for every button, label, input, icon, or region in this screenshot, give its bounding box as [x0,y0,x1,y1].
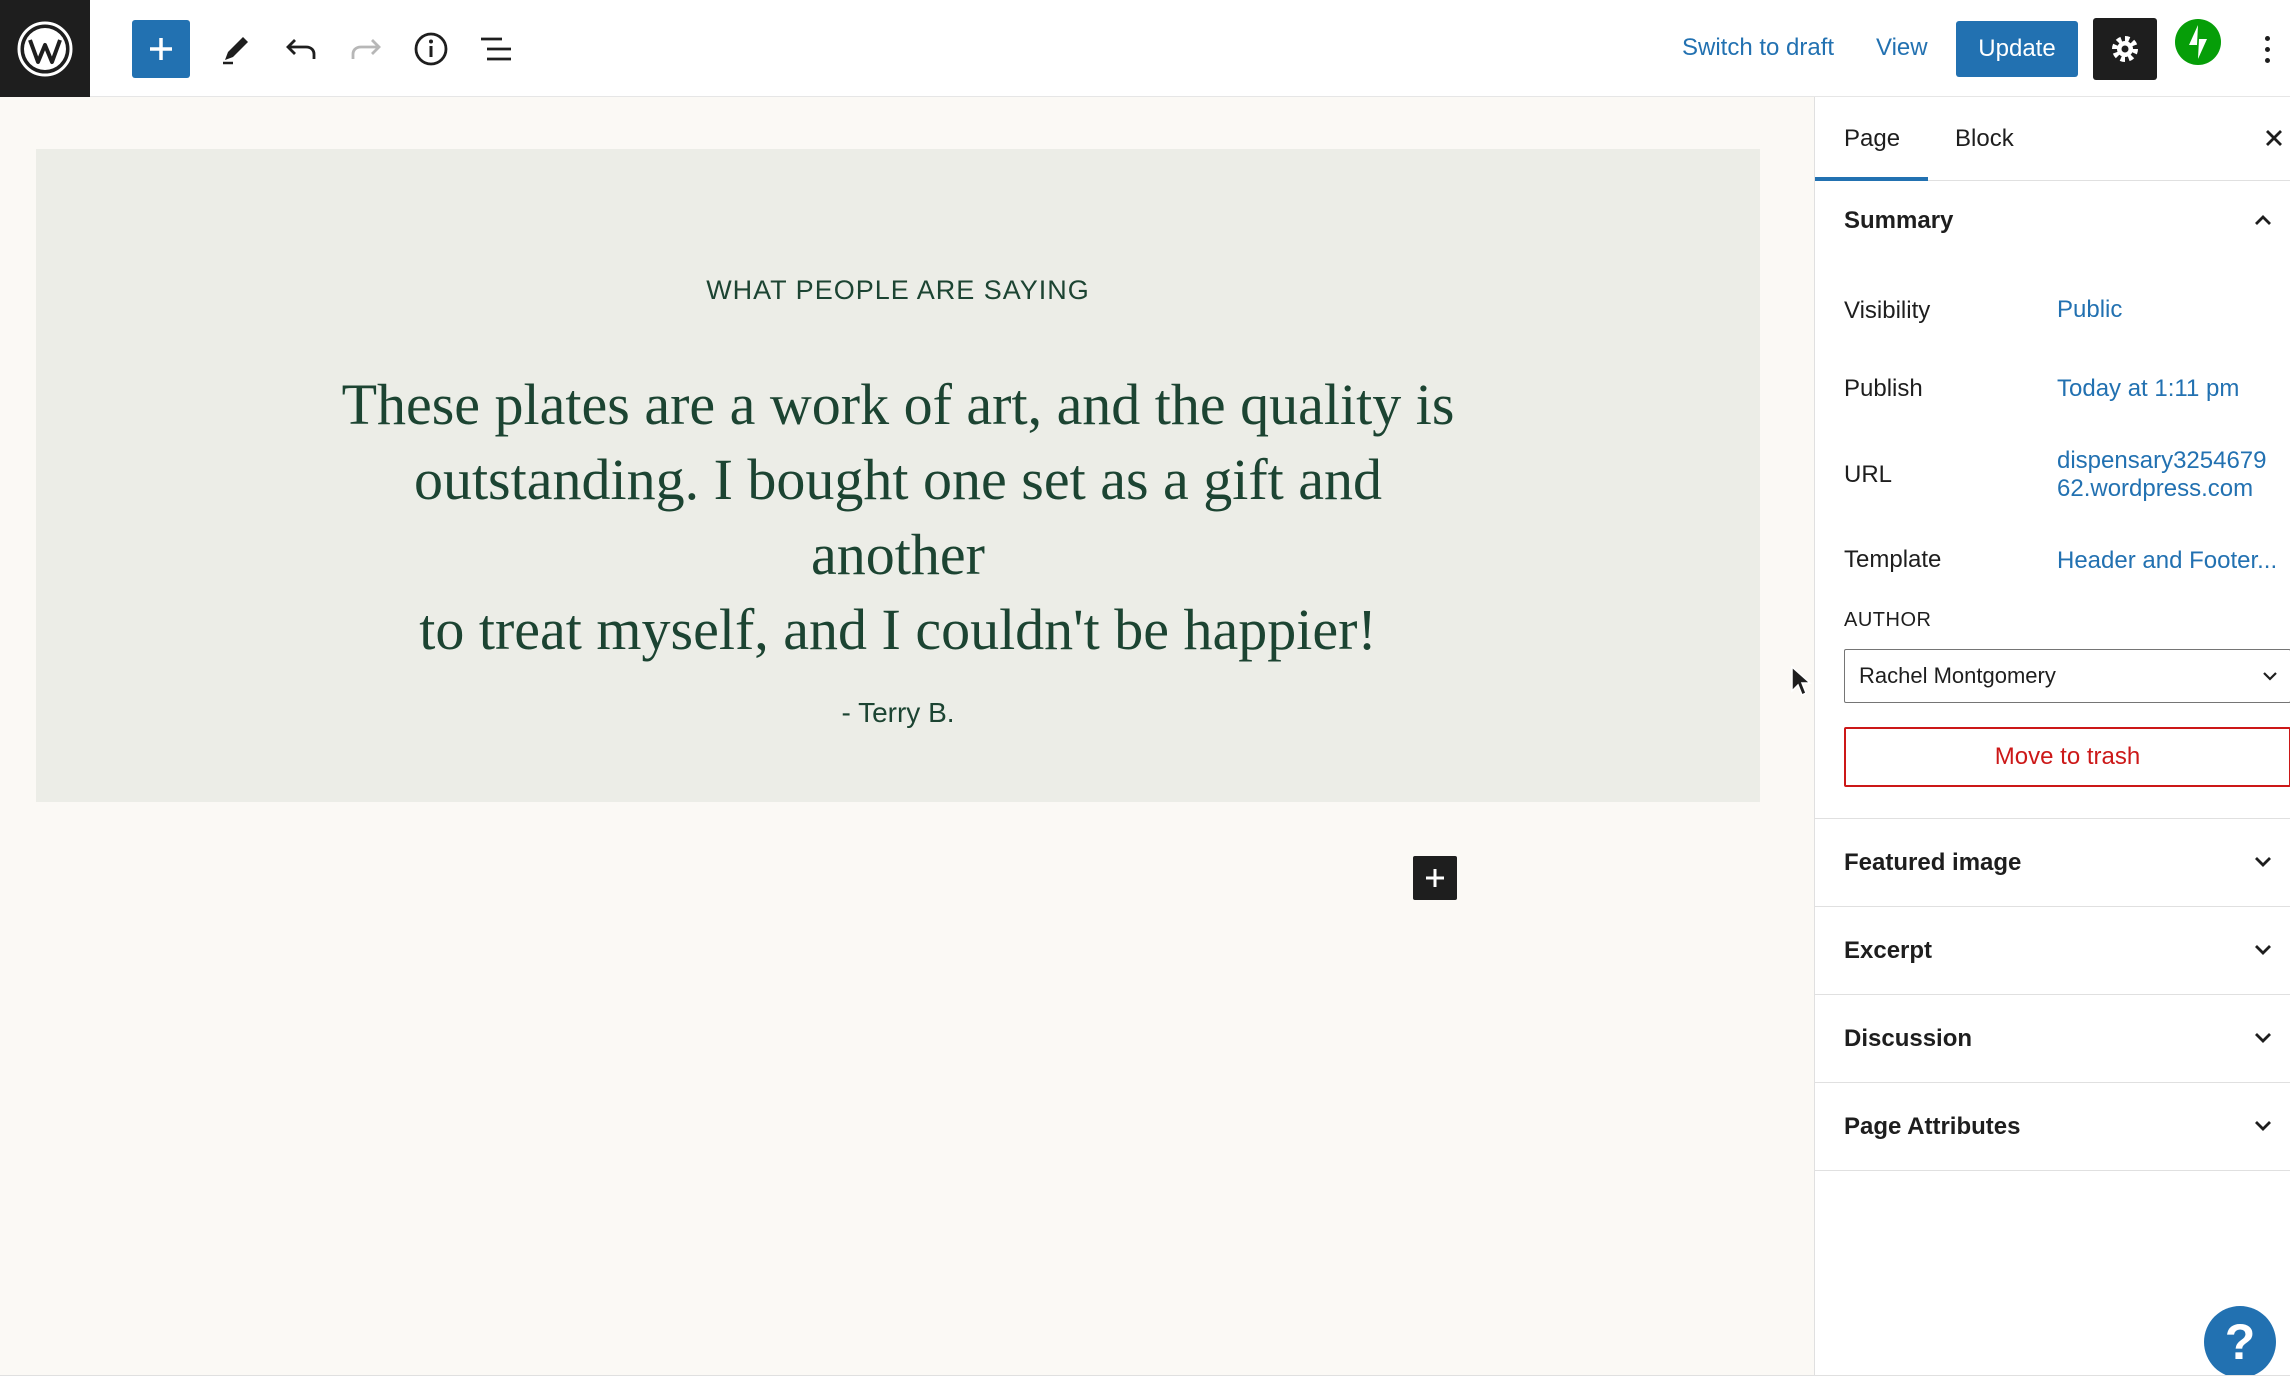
template-value[interactable]: Header and Footer... [2057,547,2277,575]
summary-panel-title[interactable]: Summary [1844,207,1953,235]
options-button[interactable] [2252,20,2282,78]
url-line: dispensary3254679 [2057,447,2267,474]
panel-title: Excerpt [1844,937,1933,964]
testimonial-group-block[interactable]: WHAT PEOPLE ARE SAYING These plates are … [36,149,1760,802]
panel-discussion[interactable]: Discussion [1815,995,2290,1083]
settings-sidebar: Page Block Summary Visibility Public Pub… [1814,97,2290,1375]
switch-to-draft-button[interactable]: Switch to draft [1682,28,1834,68]
settings-button[interactable] [2093,18,2157,80]
chevron-up-icon[interactable] [2251,209,2275,233]
undo-icon [286,39,316,59]
testimonial-eyebrow[interactable]: WHAT PEOPLE ARE SAYING [36,275,1760,306]
tools-edit-button[interactable] [207,20,265,78]
plus-icon [1426,869,1444,887]
quote-line: These plates are a work of art, and the … [341,372,1455,437]
template-label: Template [1844,546,1942,573]
help-button[interactable]: ? [2204,1306,2276,1378]
sidebar-tabs: Page Block [1815,97,2290,181]
editor-toolbar: Switch to draft View Update [0,0,2290,97]
list-view-button[interactable] [467,20,525,78]
panel-title: Featured image [1844,849,2022,876]
more-vertical-icon [2264,35,2270,41]
testimonial-author[interactable]: - Terry B. [36,697,1760,729]
gear-icon [2112,36,2138,62]
close-icon [2266,130,2282,146]
jetpack-bolt-icon [2189,25,2207,59]
url-label: URL [1844,461,1893,488]
publish-label: Publish [1844,375,1923,402]
author-label: AUTHOR [1844,609,1932,631]
update-button[interactable]: Update [1956,21,2078,77]
details-button[interactable] [402,20,460,78]
redo-icon [351,39,381,59]
undo-button[interactable] [272,20,330,78]
chevron-down-icon [2255,1121,2271,1131]
jetpack-button[interactable] [2175,19,2221,65]
panel-page-attributes[interactable]: Page Attributes [1815,1083,2290,1171]
quote-line: outstanding. I bought one set as a gift … [413,447,1383,587]
panel-excerpt[interactable]: Excerpt [1815,907,2290,995]
editor-canvas[interactable]: WHAT PEOPLE ARE SAYING These plates are … [0,97,1814,1375]
block-inserter-button[interactable] [1413,856,1457,900]
info-icon [414,32,448,66]
chevron-down-icon [2255,857,2271,867]
view-button[interactable]: View [1876,28,1928,68]
panel-featured-image[interactable]: Featured image [1815,819,2290,907]
wordpress-logo-icon [17,21,73,76]
list-view-icon [481,37,511,61]
author-select[interactable]: Rachel Montgomery [1844,649,2290,703]
chevron-down-icon [2263,672,2277,681]
tab-page[interactable]: Page [1844,97,1900,180]
visibility-label: Visibility [1844,297,1931,324]
plus-icon [150,38,172,60]
mouse-cursor-icon [1791,665,1812,697]
panel-title: Discussion [1844,1025,1973,1052]
panel-title: Page Attributes [1844,1113,2021,1140]
author-selected-value: Rachel Montgomery [1859,663,2056,688]
testimonial-quote[interactable]: These plates are a work of art, and the … [326,367,1470,667]
visibility-value[interactable]: Public [2057,296,2122,324]
quote-line: to treat myself, and I couldn't be happi… [419,597,1377,662]
close-settings-button[interactable] [2259,123,2289,153]
chevron-down-icon [2255,945,2271,955]
publish-value[interactable]: Today at 1:11 pm [2057,375,2239,403]
redo-button[interactable] [337,20,395,78]
wordpress-logo-button[interactable] [0,0,90,97]
active-tab-indicator [1815,177,1928,181]
pencil-icon [223,37,248,65]
status-bar [0,1375,2290,1392]
url-value[interactable]: dispensary3254679 62.wordpress.com [2057,447,2267,503]
chevron-down-icon [2255,1033,2271,1043]
move-to-trash-button[interactable]: Move to trash [1844,727,2290,787]
add-block-button[interactable] [132,20,190,78]
url-line: 62.wordpress.com [2057,475,2254,502]
tab-block[interactable]: Block [1955,97,2014,180]
